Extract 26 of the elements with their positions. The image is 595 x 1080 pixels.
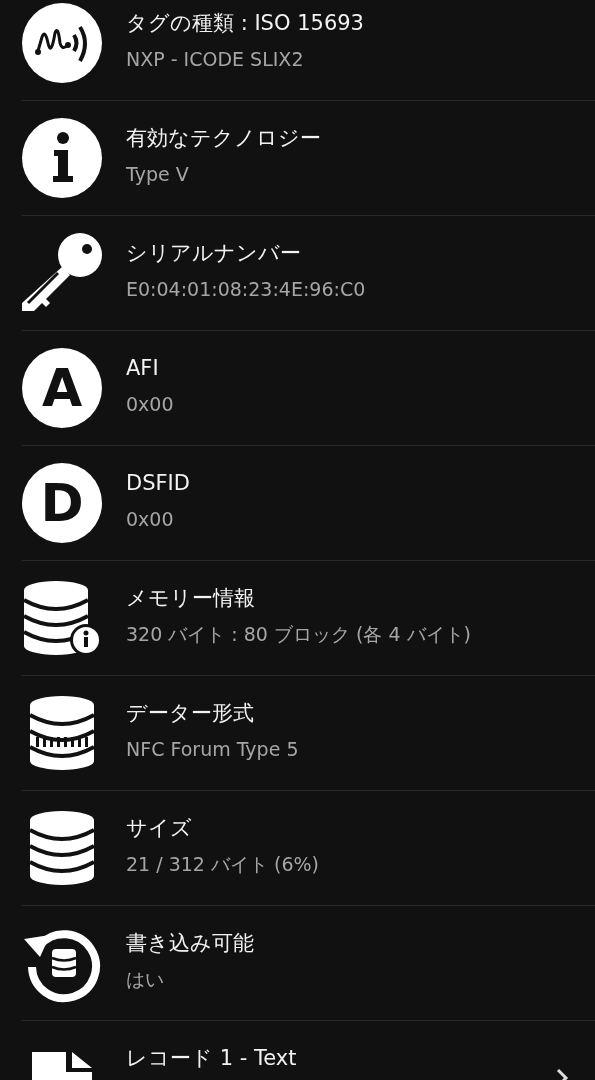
- row-title: メモリー情報: [126, 585, 256, 612]
- row-value: Type V: [126, 162, 190, 187]
- row-value: 0x00: [126, 507, 175, 532]
- key-icon: [22, 233, 102, 313]
- row-title: 書き込み可能: [126, 930, 255, 957]
- letter-icon: D: [22, 463, 102, 543]
- row-value: はい: [126, 967, 165, 992]
- row-value: NXP - ICODE SLIX2: [126, 47, 305, 72]
- info-icon: [22, 118, 102, 198]
- row-value: 21 / 312 バイト (6%): [126, 852, 320, 877]
- row-value: 0x00: [126, 392, 175, 417]
- row-value: NFC Forum Type 5: [126, 737, 300, 762]
- letter-icon: A: [22, 348, 102, 428]
- row-title: 有効なテクノロジー: [126, 125, 322, 152]
- row-title: AFI: [126, 355, 160, 382]
- row-value: 320 バイト : 80 ブロック (各 4 バイト): [126, 622, 473, 647]
- row-title: シリアルナンバー: [126, 240, 302, 267]
- row-value: E0:04:01:08:23:4E:96:C0: [126, 277, 367, 302]
- nfc-wave-icon: [22, 3, 102, 83]
- row-title: DSFID: [126, 470, 191, 497]
- row-title: タグの種類 : ISO 15693: [126, 10, 365, 37]
- database-info-icon: [22, 578, 102, 658]
- row-title: レコード 1 - Text: [126, 1045, 298, 1072]
- row-title: サイズ: [126, 815, 193, 842]
- row-title: データー形式: [126, 700, 255, 727]
- info-row[interactable]: レコード 1 - Text: [22, 1021, 595, 1080]
